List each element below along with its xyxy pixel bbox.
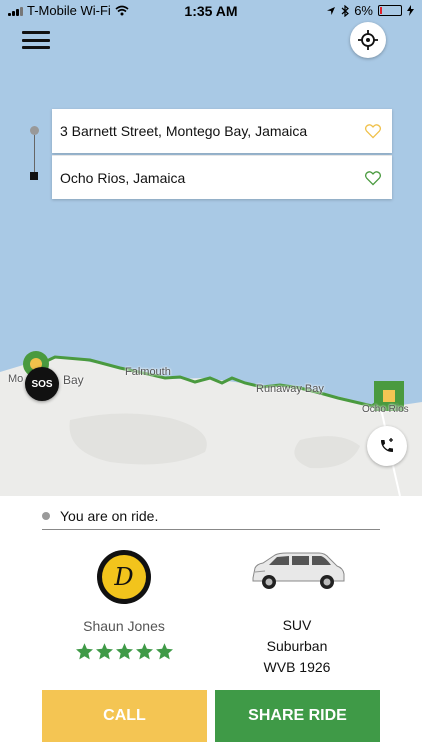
share-ride-button[interactable]: SHARE RIDE [215, 690, 380, 742]
phone-icon [381, 438, 393, 452]
driver-name: Shaun Jones [83, 618, 165, 634]
sos-button[interactable]: SOS [25, 367, 59, 401]
bluetooth-icon [341, 4, 350, 17]
star-icon [75, 643, 93, 660]
pickup-address-text: 3 Barnett Street, Montego Bay, Jamaica [60, 123, 308, 139]
map-land [0, 351, 422, 496]
star-icon [95, 643, 113, 660]
battery-percent: 6% [354, 3, 373, 18]
vehicle-info: SUV Suburban WVB 1926 [240, 548, 354, 678]
menu-button[interactable] [22, 28, 50, 52]
map-label-ocho-rios: Ocho Rios [362, 404, 409, 415]
route-connector [34, 135, 35, 172]
vehicle-plate: WVB 1926 [263, 659, 331, 675]
location-arrow-icon [327, 6, 336, 15]
pickup-address-field[interactable]: 3 Barnett Street, Montego Bay, Jamaica [52, 109, 392, 153]
map-label-falmouth: Falmouth [125, 366, 171, 378]
dropoff-address-text: Ocho Rios, Jamaica [60, 169, 186, 186]
locate-button[interactable] [350, 22, 386, 58]
driver-rating [62, 642, 186, 661]
map-label-runaway-bay: Runaway Bay [256, 383, 324, 395]
vehicle-model: Suburban [266, 638, 328, 654]
avatar: D [97, 550, 151, 604]
bolt-icon [407, 5, 414, 16]
map-view[interactable]: Mo Bay Falmouth Runaway Bay Ocho Rios SO… [0, 0, 422, 496]
ride-status-bar: You are on ride. [42, 502, 380, 530]
route-end-square [30, 172, 38, 180]
star-icon [135, 643, 153, 660]
vehicle-type: SUV [282, 617, 312, 633]
status-right: 6% [326, 3, 414, 18]
dropoff-address-field[interactable]: Ocho Rios, Jamaica [52, 155, 392, 199]
status-dot [42, 511, 50, 520]
avatar-initial: D [102, 555, 146, 599]
star-icon [155, 643, 173, 660]
map-label-montego-a: Mo [8, 373, 24, 385]
car-icon [252, 552, 345, 589]
ride-details-sheet: You are on ride. D Shaun Jones SUV Subur… [0, 496, 422, 750]
route-start-dot [30, 126, 39, 135]
phone-button[interactable] [367, 426, 407, 466]
crosshair-icon [358, 30, 378, 50]
map-label-montego-b: Bay [63, 373, 84, 387]
driver-info: D Shaun Jones [62, 550, 186, 661]
battery-icon [378, 5, 402, 16]
ride-status-text: You are on ride. [60, 507, 159, 524]
star-icon [115, 643, 133, 660]
call-button[interactable]: CALL [42, 690, 207, 742]
heart-outline-icon[interactable] [364, 123, 382, 139]
menu-icon [22, 31, 50, 34]
status-bar: T-Mobile Wi-Fi 1:35 AM 6% [0, 0, 422, 22]
heart-outline-icon[interactable] [364, 170, 382, 186]
